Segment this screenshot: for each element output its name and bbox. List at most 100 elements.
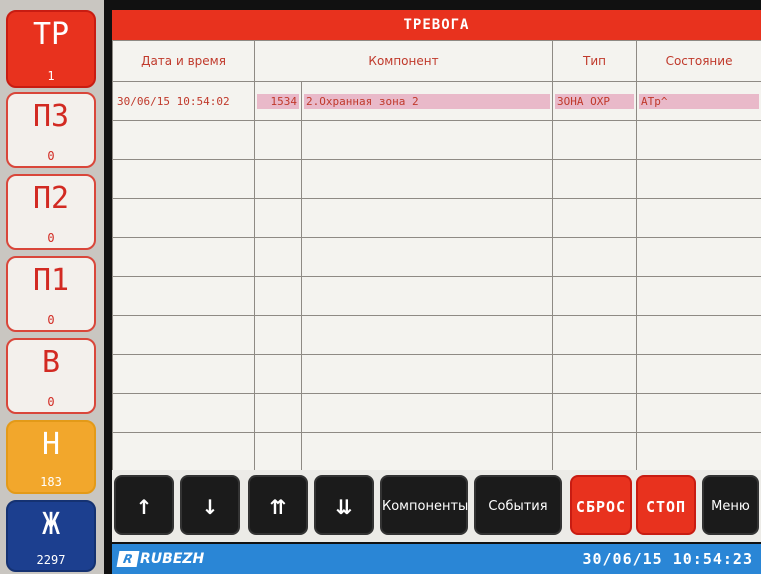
stop-label: СТОП — [645, 498, 687, 516]
table-row[interactable] — [112, 237, 761, 277]
table-row[interactable] — [112, 276, 761, 316]
empty-cell — [552, 432, 638, 472]
double-arrow-down-icon: ⇊ — [335, 495, 353, 519]
button-bar: ↑ ↓ ⇈ ⇊ Компоненты События СБРОС СТОП Ме… — [112, 470, 761, 542]
sidebar-item-code: ТР — [32, 17, 70, 52]
empty-cell — [552, 120, 638, 160]
components-button[interactable]: Компоненты — [380, 475, 468, 535]
sidebar-item-code: П1 — [32, 263, 70, 298]
empty-cell — [552, 315, 638, 355]
cell-state-text: АТр^ — [639, 93, 760, 109]
sidebar-item-count: 0 — [47, 231, 55, 245]
sidebar-item-alarm[interactable]: ТР 1 — [6, 10, 96, 88]
table-header-row: Дата и время Компонент Тип Состояние — [112, 40, 761, 82]
logo-mark-icon: R — [116, 551, 140, 567]
empty-cell — [552, 237, 638, 277]
logo-text: RUBEZH — [140, 551, 205, 567]
empty-cell — [112, 120, 255, 160]
scroll-up-button[interactable]: ↑ — [114, 475, 174, 535]
empty-cell — [636, 198, 761, 238]
cell-component-text: 2.Охранная зона 2 — [304, 93, 551, 109]
empty-cell — [300, 120, 554, 160]
empty-cell — [112, 159, 255, 199]
menu-label: Меню — [711, 499, 750, 514]
table-row[interactable] — [112, 315, 761, 355]
double-arrow-up-icon: ⇈ — [269, 495, 287, 519]
empty-cell — [636, 393, 761, 433]
sidebar-item-p1[interactable]: П1 0 — [6, 256, 96, 332]
table-row[interactable] — [112, 120, 761, 160]
cell-state: АТр^ — [636, 81, 761, 121]
sidebar-item-code: ПЗ — [32, 99, 70, 134]
empty-cell — [636, 276, 761, 316]
scroll-down-button[interactable]: ↓ — [180, 475, 240, 535]
cell-type: ЗОНА ОХР — [552, 81, 638, 121]
empty-cell — [254, 198, 302, 238]
events-table: Дата и время Компонент Тип Состояние 30/… — [112, 40, 761, 472]
empty-cell — [552, 276, 638, 316]
empty-cell — [300, 393, 554, 433]
table-row[interactable] — [112, 354, 761, 394]
column-header-type: Тип — [552, 40, 638, 82]
empty-cell — [112, 354, 255, 394]
cell-datetime: 30/06/15 10:54:02 — [112, 81, 255, 121]
empty-cell — [254, 354, 302, 394]
reset-button[interactable]: СБРОС — [570, 475, 632, 535]
column-header-datetime: Дата и время — [112, 40, 255, 82]
arrow-down-icon: ↓ — [201, 495, 219, 519]
empty-cell — [112, 237, 255, 277]
empty-cell — [254, 237, 302, 277]
events-panel: Дата и время Компонент Тип Состояние 30/… — [112, 40, 761, 472]
column-header-component: Компонент — [253, 40, 554, 82]
page-down-button[interactable]: ⇊ — [314, 475, 374, 535]
cell-component: 2.Охранная зона 2 — [300, 81, 554, 121]
empty-cell — [300, 315, 554, 355]
sidebar-item-pz[interactable]: ПЗ 0 — [6, 92, 96, 168]
status-clock: 30/06/15 10:54:23 — [582, 550, 753, 568]
cell-type-text: ЗОНА ОХР — [555, 93, 635, 109]
empty-cell — [636, 354, 761, 394]
sidebar-item-code: Ж — [41, 507, 61, 542]
sidebar-item-zh[interactable]: Ж 2297 — [6, 500, 96, 572]
sidebar-item-count: 1 — [47, 69, 55, 83]
arrow-up-icon: ↑ — [135, 495, 153, 519]
sidebar-item-count: 0 — [47, 149, 55, 163]
empty-cell — [254, 276, 302, 316]
table-row[interactable] — [112, 159, 761, 199]
column-header-state: Состояние — [636, 40, 761, 82]
empty-cell — [552, 393, 638, 433]
events-button[interactable]: События — [474, 475, 562, 535]
category-sidebar: ТР 1 ПЗ 0 П2 0 П1 0 В 0 Н 183 Ж 2297 — [0, 0, 104, 574]
sidebar-item-n[interactable]: Н 183 — [6, 420, 96, 494]
table-row[interactable]: 30/06/15 10:54:02 1534 2.Охранная зона 2… — [112, 81, 761, 121]
table-row[interactable] — [112, 432, 761, 472]
empty-cell — [636, 237, 761, 277]
sidebar-item-p2[interactable]: П2 0 — [6, 174, 96, 250]
cell-number-text: 1534 — [257, 93, 299, 109]
table-row[interactable] — [112, 198, 761, 238]
empty-cell — [254, 120, 302, 160]
empty-cell — [112, 315, 255, 355]
empty-cell — [300, 354, 554, 394]
cell-datetime-text: 30/06/15 10:54:02 — [117, 94, 230, 108]
table-row[interactable] — [112, 393, 761, 433]
empty-cell — [254, 432, 302, 472]
sidebar-item-count: 0 — [47, 395, 55, 409]
menu-button[interactable]: Меню — [702, 475, 759, 535]
sidebar-item-count: 0 — [47, 313, 55, 327]
reset-label: СБРОС — [575, 498, 627, 516]
stop-button[interactable]: СТОП — [636, 475, 696, 535]
page-up-button[interactable]: ⇈ — [248, 475, 308, 535]
empty-cell — [300, 276, 554, 316]
empty-cell — [552, 159, 638, 199]
empty-cell — [636, 120, 761, 160]
sidebar-item-v[interactable]: В 0 — [6, 338, 96, 414]
empty-cell — [300, 159, 554, 199]
sidebar-item-code: В — [41, 345, 61, 380]
empty-cell — [254, 159, 302, 199]
empty-cell — [112, 432, 255, 472]
empty-cell — [254, 315, 302, 355]
page-title: ТРЕВОГА — [112, 10, 761, 40]
empty-cell — [112, 198, 255, 238]
empty-cell — [300, 237, 554, 277]
